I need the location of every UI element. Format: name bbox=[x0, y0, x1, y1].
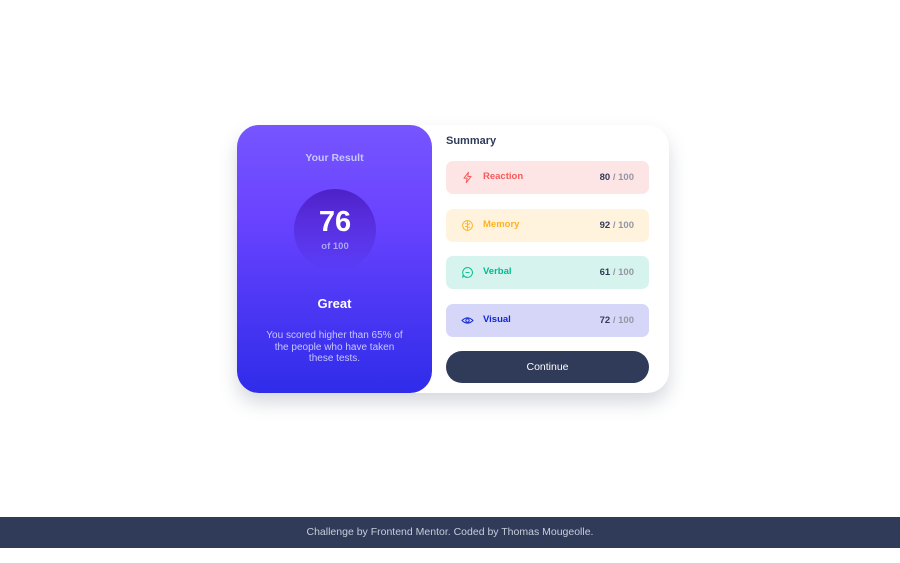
summary-row-visual: Visual 72 / 100 bbox=[446, 304, 649, 337]
summary-row-score: 92 / 100 bbox=[600, 220, 634, 231]
brain-icon bbox=[461, 219, 474, 232]
page: Your Result 76 of 100 Great You scored h… bbox=[0, 0, 900, 563]
grade-label: Great bbox=[317, 296, 352, 311]
summary-title: Summary bbox=[446, 135, 497, 147]
eye-icon bbox=[461, 314, 474, 327]
chat-bubble-icon bbox=[461, 266, 474, 279]
summary-row-score: 61 / 100 bbox=[600, 267, 634, 278]
score-number: 61 bbox=[599, 267, 611, 278]
score-of-label: of 100 bbox=[321, 241, 349, 252]
result-description: You scored higher than 65% of the people… bbox=[266, 330, 403, 364]
score-number: 72 bbox=[599, 315, 611, 326]
summary-row-verbal: Verbal 61 / 100 bbox=[446, 256, 649, 289]
summary-row-label: Verbal bbox=[483, 266, 512, 277]
score-max: / 100 bbox=[610, 172, 634, 183]
summary-row-label: Memory bbox=[483, 219, 520, 230]
summary-row-memory: Memory 92 / 100 bbox=[446, 209, 649, 242]
score-max: / 100 bbox=[610, 315, 634, 326]
score-max: / 100 bbox=[610, 220, 634, 231]
continue-button[interactable]: Continue bbox=[446, 351, 649, 383]
results-card: Your Result 76 of 100 Great You scored h… bbox=[237, 125, 669, 393]
result-title: Your Result bbox=[305, 152, 364, 164]
score-max: / 100 bbox=[610, 267, 634, 278]
footer-attribution[interactable]: Challenge by Frontend Mentor. Coded by T… bbox=[307, 526, 594, 538]
summary-row-score: 72 / 100 bbox=[600, 315, 634, 326]
summary-panel: Summary Reaction 80 / 100 Memory 92 / 10… bbox=[446, 125, 649, 393]
lightning-icon bbox=[461, 171, 474, 184]
footer: Challenge by Frontend Mentor. Coded by T… bbox=[0, 517, 900, 548]
summary-row-label: Reaction bbox=[483, 171, 524, 182]
summary-row-label: Visual bbox=[483, 314, 511, 325]
score-value: 76 bbox=[318, 206, 352, 238]
score-number: 92 bbox=[599, 220, 611, 231]
score-circle: 76 of 100 bbox=[294, 189, 376, 271]
summary-row-reaction: Reaction 80 / 100 bbox=[446, 161, 649, 194]
summary-row-score: 80 / 100 bbox=[600, 172, 634, 183]
result-panel: Your Result 76 of 100 Great You scored h… bbox=[237, 125, 432, 393]
score-number: 80 bbox=[599, 172, 611, 183]
